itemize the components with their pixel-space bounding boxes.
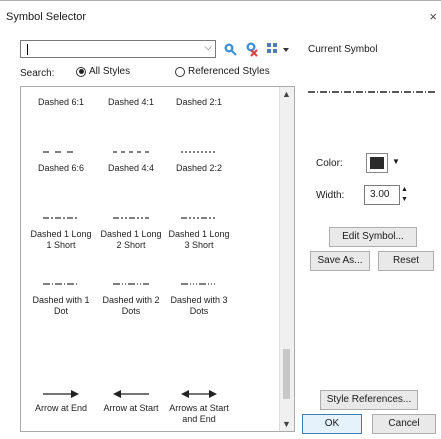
symbol-label[interactable]: Dashed 1 Long 1 Short	[27, 229, 95, 251]
scroll-thumb[interactable]	[283, 349, 290, 399]
arrow-icon	[113, 390, 149, 398]
arrow-icon	[43, 390, 79, 398]
window-title: Symbol Selector	[6, 11, 87, 23]
radio-indicator	[175, 66, 185, 77]
search-label: Search:	[20, 68, 55, 79]
radio-indicator	[76, 66, 86, 77]
current-symbol-preview	[308, 91, 436, 93]
close-icon[interactable]: ×	[429, 9, 437, 24]
symbol-label[interactable]: Arrow at End	[27, 403, 95, 414]
width-stepper[interactable]: ▲ ▼	[401, 185, 411, 205]
line-symbol-preview	[113, 217, 149, 219]
chevron-down-icon[interactable]: ▼	[392, 157, 400, 166]
view-options-icon[interactable]	[266, 40, 292, 58]
line-symbol-preview	[181, 217, 217, 219]
symbol-label[interactable]: Dashed 2:2	[165, 163, 233, 174]
search-input[interactable]: ⌵	[20, 40, 216, 58]
scroll-up-icon[interactable]: ▲	[282, 89, 291, 99]
increment-icon[interactable]: ▲	[401, 185, 411, 195]
symbol-label[interactable]: Dashed with 2 Dots	[97, 295, 165, 317]
arrow-icon	[181, 390, 217, 398]
all-styles-radio[interactable]: All Styles	[76, 66, 130, 77]
line-symbol-preview	[43, 217, 79, 219]
symbol-gallery[interactable]: Dashed 6:1 Dashed 4:1 Dashed 2:1 Dashed 6:6…	[20, 86, 295, 432]
text-cursor	[27, 44, 28, 55]
reset-button[interactable]: Reset	[378, 251, 434, 271]
width-field[interactable]: 3.00	[364, 185, 400, 205]
title-bar: Symbol Selector ×	[0, 0, 441, 32]
search-icon[interactable]	[222, 40, 238, 58]
symbol-label[interactable]: Dashed 4:1	[97, 97, 165, 108]
symbol-label[interactable]: Dashed 6:6	[27, 163, 95, 174]
color-picker[interactable]	[366, 153, 388, 173]
line-symbol-preview	[113, 283, 149, 285]
edit-symbol-button[interactable]: Edit Symbol...	[329, 227, 417, 247]
referenced-styles-radio[interactable]: Referenced Styles	[175, 66, 270, 77]
symbol-label[interactable]: Dashed with 1 Dot	[27, 295, 95, 317]
color-swatch	[370, 157, 384, 169]
symbol-label[interactable]: Dashed 1 Long 2 Short	[97, 229, 165, 251]
save-as-button[interactable]: Save As...	[310, 251, 370, 271]
symbol-label[interactable]: Dashed 4:4	[97, 163, 165, 174]
symbol-label[interactable]: Dashed with 3 Dots	[165, 295, 233, 317]
chevron-down-icon[interactable]: ⌵	[204, 42, 212, 53]
line-symbol-preview	[181, 151, 217, 153]
line-symbol-preview	[43, 283, 79, 285]
ok-button[interactable]: OK	[302, 414, 362, 434]
scrollbar[interactable]: ▲ ▼	[279, 87, 294, 431]
cancel-button[interactable]: Cancel	[372, 414, 436, 434]
color-label: Color:	[316, 158, 343, 169]
radio-label: Referenced Styles	[188, 66, 270, 77]
symbol-label[interactable]: Arrow at Start	[97, 403, 165, 414]
clear-search-icon[interactable]	[244, 40, 260, 58]
symbol-label[interactable]: Dashed 6:1	[27, 97, 95, 108]
scroll-down-icon[interactable]: ▼	[282, 419, 291, 429]
radio-label: All Styles	[89, 66, 131, 77]
style-references-button[interactable]: Style References...	[320, 390, 418, 410]
line-symbol-preview	[43, 151, 79, 153]
symbol-label[interactable]: Arrows at Start and End	[165, 403, 233, 425]
symbol-label[interactable]: Dashed 2:1	[165, 97, 233, 108]
width-label: Width:	[316, 190, 345, 201]
decrement-icon[interactable]: ▼	[401, 195, 411, 205]
line-symbol-preview	[113, 151, 149, 153]
line-symbol-preview	[181, 283, 217, 285]
current-symbol-label: Current Symbol	[308, 44, 378, 55]
symbol-label[interactable]: Dashed 1 Long 3 Short	[165, 229, 233, 251]
